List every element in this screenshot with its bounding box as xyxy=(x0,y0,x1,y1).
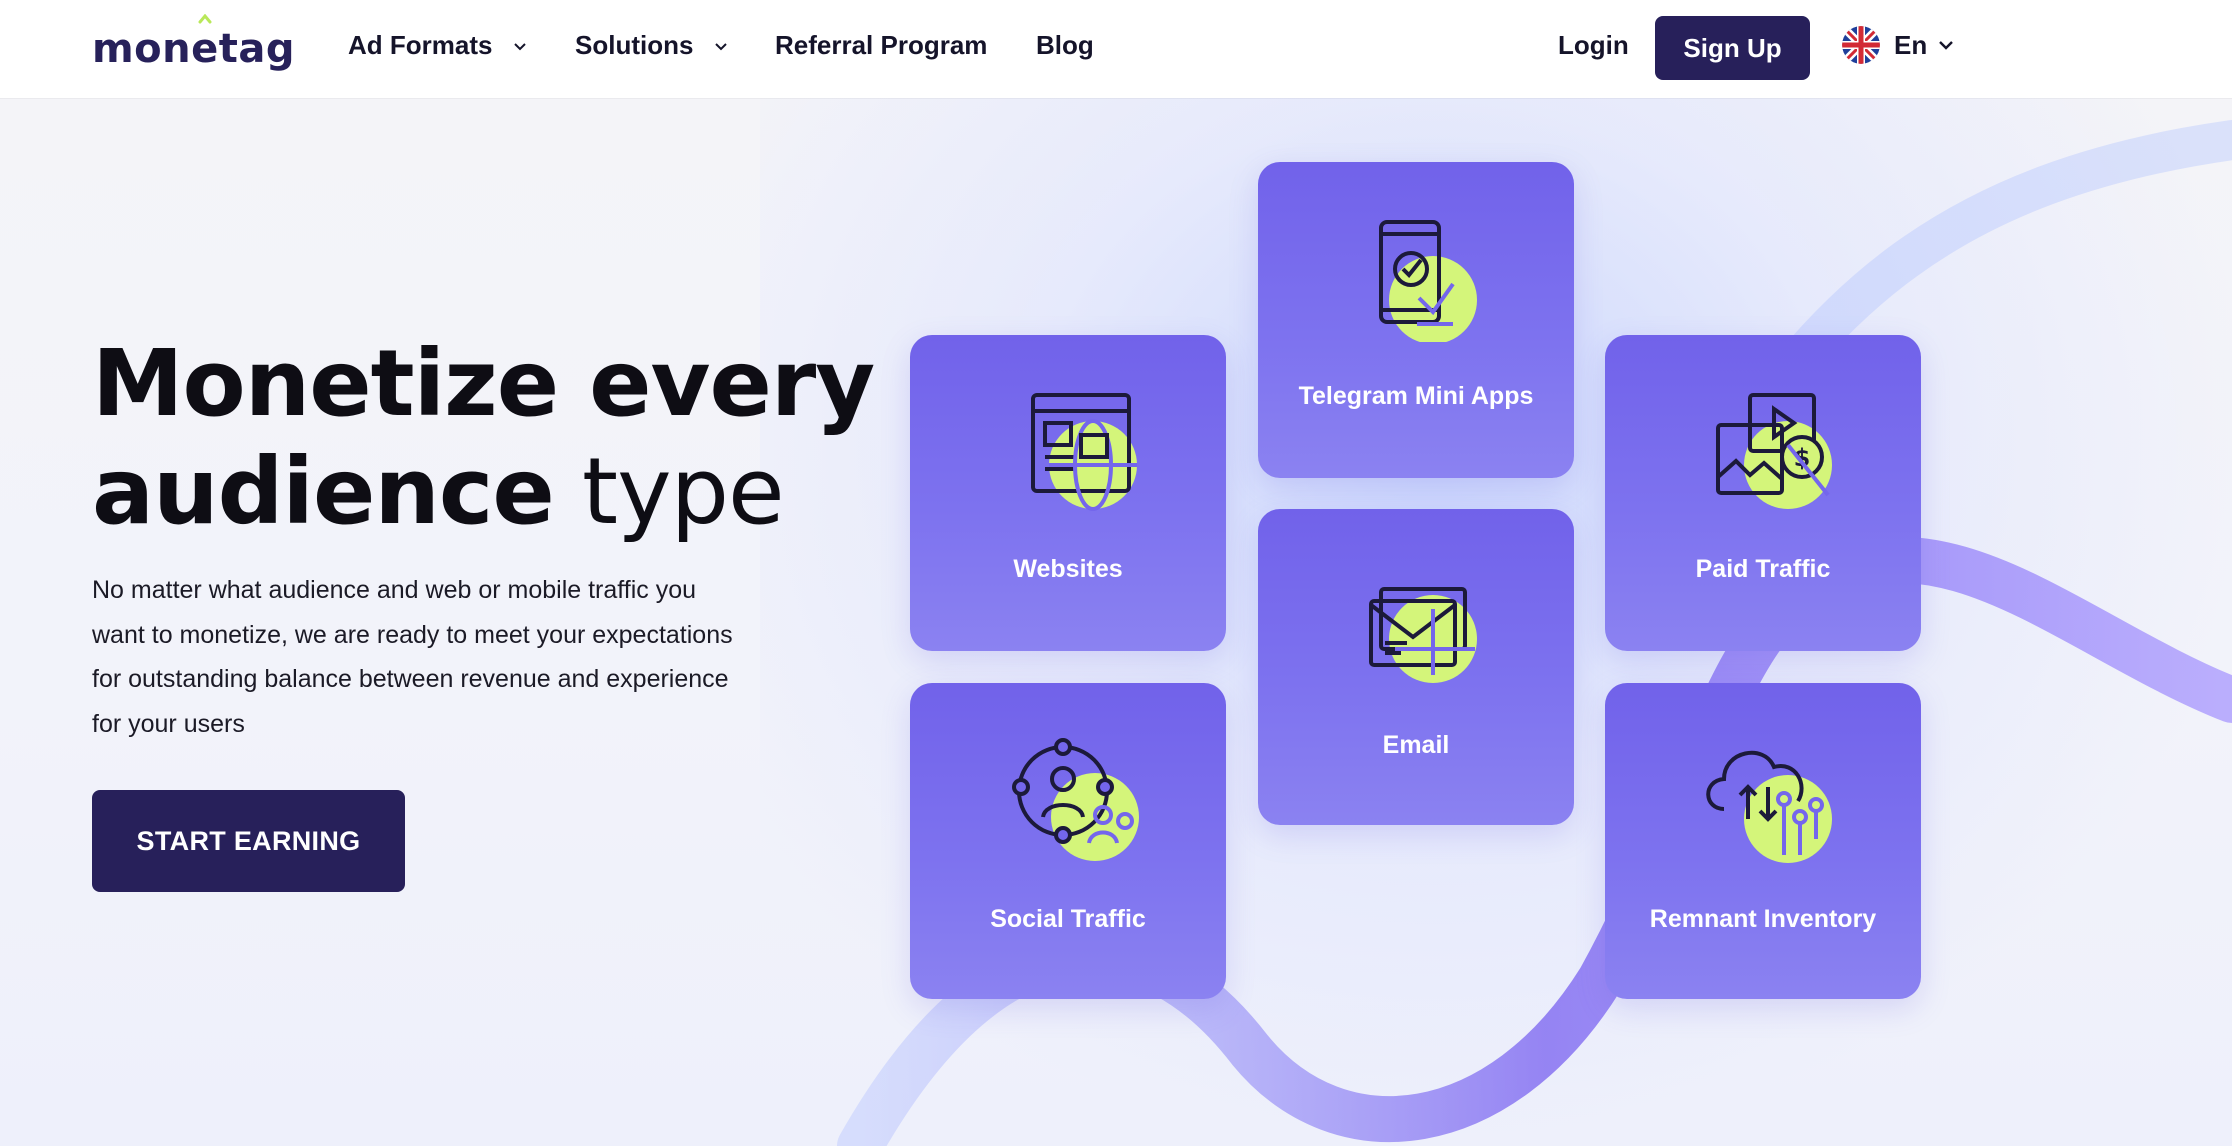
language-label: En xyxy=(1894,29,1928,60)
card-websites-label: Websites xyxy=(1013,555,1123,583)
card-email-label: Email xyxy=(1382,731,1450,759)
nav-ad-formats[interactable]: Ad Formats xyxy=(348,30,526,61)
card-paid-traffic-label: Paid Traffic xyxy=(1695,555,1831,583)
chevron-down-icon xyxy=(513,43,526,51)
nav-solutions[interactable]: Solutions xyxy=(575,30,727,61)
card-paid-traffic[interactable]: $ Paid Traffic xyxy=(1605,335,1921,651)
cloud-transfer-icon xyxy=(1706,750,1832,863)
card-email[interactable]: Email xyxy=(1258,509,1574,825)
card-telegram-mini-apps[interactable]: Telegram Mini Apps xyxy=(1258,162,1574,478)
nav-blog[interactable]: Blog xyxy=(1036,30,1094,61)
media-dollar-icon: $ xyxy=(1716,393,1832,509)
landing-page: mon etag Ad Formats Solutions Referral Pr… xyxy=(0,0,2232,1146)
social-network-icon xyxy=(1012,738,1139,861)
start-earning-button[interactable]: START EARNING xyxy=(92,790,405,892)
card-telegram-label: Telegram Mini Apps xyxy=(1298,382,1534,410)
chevron-down-icon xyxy=(714,43,727,51)
hero-title: Monetize every audience type xyxy=(92,330,875,545)
site-header: mon etag Ad Formats Solutions Referral Pr… xyxy=(0,0,2232,98)
chevron-down-icon xyxy=(1939,40,1954,50)
phone-check-icon xyxy=(1379,220,1477,342)
nav-referral-program[interactable]: Referral Program xyxy=(775,30,987,61)
envelope-icon xyxy=(1369,587,1477,683)
login-link[interactable]: Login xyxy=(1558,30,1629,61)
monetag-logo[interactable]: mon etag xyxy=(92,14,295,72)
sign-up-button[interactable]: Sign Up xyxy=(1655,16,1810,80)
website-globe-icon xyxy=(1031,393,1137,511)
card-websites[interactable]: Websites xyxy=(910,335,1226,651)
card-social-traffic[interactable]: Social Traffic xyxy=(910,683,1226,999)
card-remnant-inventory-label: Remnant Inventory xyxy=(1649,905,1877,933)
card-social-traffic-label: Social Traffic xyxy=(990,905,1146,933)
hero-description: No matter what audience and web or mobil… xyxy=(92,576,733,738)
uk-flag-icon xyxy=(1842,26,1880,64)
card-remnant-inventory[interactable]: Remnant Inventory xyxy=(1605,683,1921,999)
language-selector[interactable]: En xyxy=(1842,26,1954,64)
